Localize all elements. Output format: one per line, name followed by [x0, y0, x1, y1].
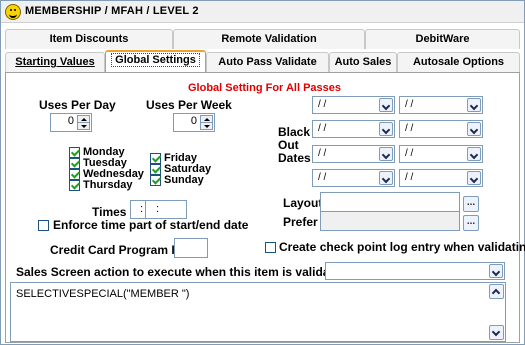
- time-end-input[interactable]: :: [145, 200, 187, 219]
- sales-screen-label: Sales Screen action to execute when this…: [16, 265, 348, 279]
- blackout-date-8[interactable]: / /: [399, 169, 483, 187]
- tab-starting-values-label: Starting Values: [15, 56, 95, 68]
- layout-browse-button[interactable]: ...: [463, 196, 479, 212]
- enforce-time-label: Enforce time part of start/end date: [53, 218, 249, 232]
- panel-heading: Global Setting For All Passes: [188, 82, 342, 94]
- spin-up-icon[interactable]: [201, 116, 212, 123]
- smiley-icon: [5, 4, 21, 20]
- window-title: MEMBERSHIP / MFAH / LEVEL 2: [25, 5, 199, 17]
- tab-item-discounts[interactable]: Item Discounts: [5, 29, 173, 49]
- uses-per-week-input[interactable]: 0: [173, 113, 215, 132]
- tab-auto-pass-validate-label: Auto Pass Validate: [218, 56, 317, 68]
- time-start-value: :: [140, 203, 144, 215]
- layout-label: Layout: [283, 196, 323, 210]
- uses-per-day-input[interactable]: 0: [50, 113, 92, 132]
- blackout-date-7[interactable]: / /: [312, 169, 395, 187]
- credit-card-label: Credit Card Program ID: [50, 243, 184, 257]
- spin-down-icon[interactable]: [78, 123, 89, 130]
- wednesday-checkbox[interactable]: [69, 169, 80, 180]
- tab-remote-validation-label: Remote Validation: [221, 33, 317, 45]
- credit-card-input[interactable]: [174, 238, 208, 258]
- tab-autosale-options[interactable]: Autosale Options: [397, 52, 520, 72]
- saturday-checkbox[interactable]: [150, 164, 161, 175]
- chevron-down-icon[interactable]: [489, 264, 503, 278]
- blackout-date-7-value: / /: [318, 172, 327, 183]
- blackout-date-2-value: / /: [405, 99, 414, 110]
- layout-input[interactable]: [320, 192, 460, 212]
- prefer-browse-button[interactable]: ...: [463, 215, 479, 231]
- script-memo[interactable]: SELECTIVESPECIAL("MEMBER "): [10, 282, 506, 342]
- blackout-date-1-value: / /: [318, 99, 327, 110]
- tab-item-discounts-label: Item Discounts: [49, 33, 129, 45]
- chevron-down-icon[interactable]: [379, 171, 393, 185]
- blackout-date-6-value: / /: [405, 148, 414, 159]
- tab-auto-pass-validate[interactable]: Auto Pass Validate: [206, 52, 329, 72]
- chevron-down-icon[interactable]: [379, 147, 393, 161]
- uses-per-day-value: 0: [67, 115, 74, 127]
- tab-autosale-options-label: Autosale Options: [412, 56, 505, 68]
- chevron-down-icon[interactable]: [379, 98, 393, 112]
- blackout-date-3[interactable]: / /: [312, 120, 395, 138]
- blackout-date-1[interactable]: / /: [312, 96, 395, 114]
- prefer-label: Prefer: [283, 215, 318, 229]
- blackout-date-5-value: / /: [318, 148, 327, 159]
- tab-auto-sales[interactable]: Auto Sales: [329, 52, 397, 72]
- chevron-down-icon[interactable]: [467, 171, 481, 185]
- blackout-date-3-value: / /: [318, 123, 327, 134]
- chevron-down-icon[interactable]: [379, 122, 393, 136]
- scroll-down-icon[interactable]: [489, 325, 504, 340]
- scroll-up-icon[interactable]: [489, 284, 504, 299]
- blackout-label-line3: Dates: [278, 151, 311, 165]
- tab-auto-sales-label: Auto Sales: [334, 56, 392, 68]
- times-label: Times: [92, 205, 127, 219]
- membership-window: MEMBERSHIP / MFAH / LEVEL 2 Item Discoun…: [0, 0, 525, 345]
- blackout-date-5[interactable]: / /: [312, 145, 395, 163]
- friday-checkbox[interactable]: [150, 153, 161, 164]
- tab-global-settings-label: Global Settings: [111, 53, 200, 67]
- spin-up-icon[interactable]: [78, 116, 89, 123]
- enforce-time-checkbox[interactable]: [38, 220, 49, 231]
- blackout-date-4-value: / /: [405, 123, 414, 134]
- spin-down-icon[interactable]: [201, 123, 212, 130]
- uses-per-day-spinner[interactable]: [77, 115, 90, 130]
- uses-per-day-label: Uses Per Day: [39, 98, 116, 112]
- tab-global-settings[interactable]: Global Settings: [105, 50, 206, 72]
- uses-per-week-label: Uses Per Week: [146, 98, 232, 112]
- sales-screen-dropdown[interactable]: [325, 262, 505, 280]
- tab-remote-validation[interactable]: Remote Validation: [173, 29, 365, 49]
- chevron-down-icon[interactable]: [467, 147, 481, 161]
- uses-per-week-spinner[interactable]: [200, 115, 213, 130]
- title-bar: MEMBERSHIP / MFAH / LEVEL 2: [1, 1, 524, 23]
- blackout-label-line1: Black: [278, 125, 311, 139]
- checkpoint-checkbox[interactable]: [265, 242, 276, 253]
- tab-debitware-label: DebitWare: [415, 33, 470, 45]
- uses-per-week-value: 0: [190, 115, 197, 127]
- global-settings-panel: Global Setting For All Passes Uses Per D…: [5, 72, 525, 343]
- tab-starting-values[interactable]: Starting Values: [5, 52, 105, 72]
- time-end-value: :: [156, 203, 160, 215]
- sunday-checkbox[interactable]: [150, 175, 161, 186]
- tab-debitware[interactable]: DebitWare: [365, 29, 520, 49]
- blackout-date-4[interactable]: / /: [399, 120, 483, 138]
- prefer-input[interactable]: [320, 211, 460, 231]
- chevron-down-icon[interactable]: [467, 98, 481, 112]
- blackout-label-line2: Out: [278, 138, 299, 152]
- blackout-date-2[interactable]: / /: [399, 96, 483, 114]
- monday-checkbox[interactable]: [69, 147, 80, 158]
- thursday-checkbox[interactable]: [69, 180, 80, 191]
- tuesday-checkbox[interactable]: [69, 158, 80, 169]
- script-text: SELECTIVESPECIAL("MEMBER "): [16, 288, 190, 300]
- checkpoint-label: Create check point log entry when valida…: [279, 240, 525, 254]
- sunday-label: Sunday: [164, 174, 204, 186]
- blackout-date-6[interactable]: / /: [399, 145, 483, 163]
- blackout-date-8-value: / /: [405, 172, 414, 183]
- thursday-label: Thursday: [83, 179, 133, 191]
- chevron-down-icon[interactable]: [467, 122, 481, 136]
